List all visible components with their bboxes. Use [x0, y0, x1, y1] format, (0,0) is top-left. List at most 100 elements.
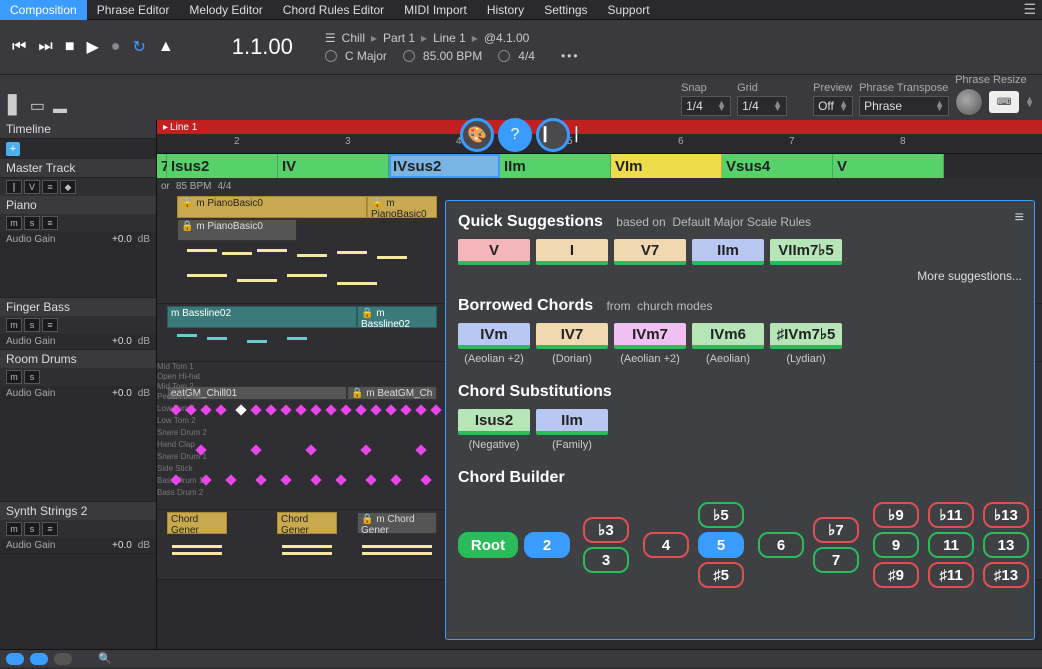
menu-history[interactable]: History	[477, 0, 534, 20]
folder-icon[interactable]: ▭	[30, 96, 45, 116]
builder-3[interactable]: 3	[583, 547, 629, 573]
stop-button[interactable]: ■	[61, 36, 79, 58]
track-name-piano[interactable]: Piano	[0, 196, 156, 214]
help-button[interactable]: ?	[498, 118, 532, 152]
ruler[interactable]: 2 3 4 5 6 7 8	[157, 134, 1042, 154]
solo-button[interactable]: s	[24, 522, 40, 536]
master-btn-4[interactable]: ◆	[60, 180, 76, 194]
clip[interactable]: Chord Gener	[167, 512, 227, 534]
track-name-strings[interactable]: Synth Strings 2	[0, 502, 156, 520]
builder-sharp11[interactable]: ♯11	[928, 562, 974, 588]
builder-2[interactable]: 2	[524, 532, 570, 558]
builder-flat5[interactable]: ♭5	[698, 502, 744, 528]
more-menu-icon[interactable]: •••	[561, 49, 580, 63]
clip[interactable]: 🔒 m PianoBasic0	[177, 219, 297, 241]
builder-11[interactable]: 11	[928, 532, 974, 558]
menu-composition[interactable]: Composition	[0, 0, 87, 20]
menu-melody-editor[interactable]: Melody Editor	[179, 0, 272, 20]
chord-chip[interactable]: IVm6	[692, 323, 764, 349]
menu-chord-rules-editor[interactable]: Chord Rules Editor	[273, 0, 394, 20]
chord-chip[interactable]: IV7	[536, 323, 608, 349]
builder-7[interactable]: 7	[813, 547, 859, 573]
keyboard-icon[interactable]: ⌨	[989, 91, 1019, 113]
builder-sharp9[interactable]: ♯9	[873, 562, 919, 588]
builder-4[interactable]: 4	[643, 532, 689, 558]
skip-start-button[interactable]: ⏮	[8, 36, 30, 58]
loop-button[interactable]: ↻	[128, 35, 149, 59]
clip[interactable]: 🔒 m BeatGM_Ch	[347, 386, 437, 400]
menu-phrase-editor[interactable]: Phrase Editor	[87, 0, 180, 20]
clip[interactable]: 🔒 m PianoBasic0	[177, 196, 367, 218]
builder-6[interactable]: 6	[758, 532, 804, 558]
chord-chip[interactable]: Isus2	[458, 409, 530, 435]
phrase-resize-spin[interactable]: ▲▼	[1025, 97, 1034, 107]
mute-button[interactable]: m	[6, 370, 22, 384]
palette-button[interactable]: 🎨	[460, 118, 494, 152]
builder-13[interactable]: 13	[983, 532, 1029, 558]
snap-select[interactable]: 1/4▲▼	[681, 96, 731, 116]
phrase-transpose-select[interactable]: Phrase▲▼	[859, 96, 949, 116]
menu-settings[interactable]: Settings	[534, 0, 597, 20]
sig-radio[interactable]	[498, 50, 510, 62]
chord-cell-selected[interactable]: IVsus2	[389, 154, 500, 178]
builder-9[interactable]: 9	[873, 532, 919, 558]
builder-sharp5[interactable]: ♯5	[698, 562, 744, 588]
chord-row[interactable]: 7 Isus2 IV IVsus2 IIm VIm Vsus4 V	[157, 154, 1042, 178]
track-name-drums[interactable]: Room Drums	[0, 350, 156, 368]
menu-support[interactable]: Support	[598, 0, 660, 20]
preview-select[interactable]: Off▲▼	[813, 96, 853, 116]
master-btn-3[interactable]: ≡	[42, 180, 58, 194]
footer-pill-3[interactable]	[54, 653, 72, 665]
popup-menu-icon[interactable]: ≡	[1015, 209, 1024, 227]
device-icon[interactable]: ▬	[53, 100, 67, 116]
gain-value[interactable]: +0.0	[112, 234, 132, 245]
play-button[interactable]: ▶	[82, 35, 102, 59]
key-radio[interactable]	[325, 50, 337, 62]
chord-cell[interactable]: Isus2	[167, 154, 278, 178]
clip[interactable]: Chord Gener	[277, 512, 337, 534]
mute-button[interactable]: m	[6, 216, 22, 230]
master-btn-1[interactable]: ⎹⎸	[6, 180, 22, 194]
chord-cell[interactable]: V	[833, 154, 944, 178]
footer-pill-1[interactable]	[6, 653, 24, 665]
breadcrumb[interactable]: ☰ Chill▸ Part 1▸ Line 1▸ @4.1.00	[325, 31, 580, 45]
builder-flat7[interactable]: ♭7	[813, 517, 859, 543]
chord-cell[interactable]: VIm	[611, 154, 722, 178]
clip[interactable]: 🔒 m PianoBasic0	[367, 196, 437, 218]
metronome-button[interactable]: ▲	[154, 36, 178, 58]
mute-button[interactable]: m	[6, 522, 22, 536]
chord-cell[interactable]: Vsus4	[722, 154, 833, 178]
more-suggestions-link[interactable]: More suggestions...	[458, 269, 1022, 283]
mute-button[interactable]: m	[6, 318, 22, 332]
chord-chip[interactable]: V	[458, 239, 530, 265]
file-icon[interactable]: ▋	[8, 95, 22, 116]
menu-midi-import[interactable]: MIDI Import	[394, 0, 477, 20]
chord-chip[interactable]: IVm	[458, 323, 530, 349]
chord-cell[interactable]: IV	[278, 154, 389, 178]
solo-button[interactable]: s	[24, 318, 40, 332]
builder-5[interactable]: 5	[698, 532, 744, 558]
storage-icon[interactable]: ☰	[1023, 1, 1036, 18]
builder-flat13[interactable]: ♭13	[983, 502, 1029, 528]
piano-keys-button[interactable]: ⎹⎸⎹	[536, 118, 570, 152]
search-icon[interactable]: 🔍	[98, 652, 112, 665]
skip-end-button[interactable]: ⏭	[34, 36, 56, 58]
solo-button[interactable]: s	[24, 370, 40, 384]
solo-button[interactable]: s	[24, 216, 40, 230]
clip[interactable]: m Bassline02	[167, 306, 357, 328]
footer-pill-2[interactable]	[30, 653, 48, 665]
edit-button[interactable]: ≡	[42, 522, 58, 536]
line-bar[interactable]: Line 1	[157, 120, 1042, 134]
record-button[interactable]: ●	[107, 36, 125, 58]
track-name-bass[interactable]: Finger Bass	[0, 298, 156, 316]
chord-chip[interactable]: IIm	[692, 239, 764, 265]
builder-flat3[interactable]: ♭3	[583, 517, 629, 543]
clip[interactable]: 🔒 m Bassline02	[357, 306, 437, 328]
chord-chip[interactable]: I	[536, 239, 608, 265]
chord-chip[interactable]: IVm7	[614, 323, 686, 349]
bpm-radio[interactable]	[403, 50, 415, 62]
add-timeline-button[interactable]: +	[6, 142, 20, 156]
clip[interactable]: 🔒 m Chord Gener	[357, 512, 437, 534]
phrase-resize-dial[interactable]	[955, 88, 983, 116]
grid-select[interactable]: 1/4▲▼	[737, 96, 787, 116]
